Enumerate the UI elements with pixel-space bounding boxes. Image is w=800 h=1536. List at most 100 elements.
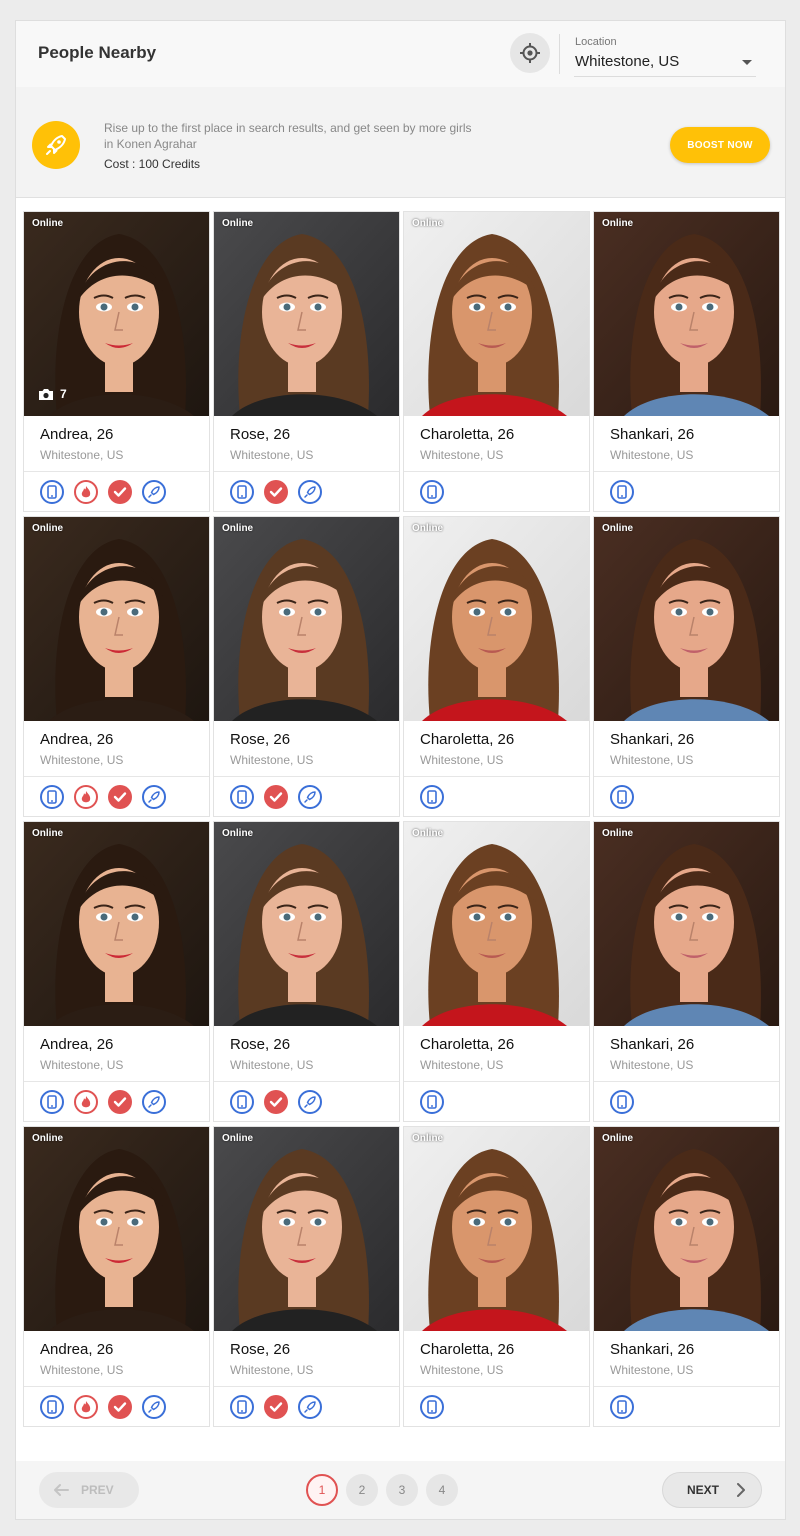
online-status: Online: [412, 1133, 444, 1144]
profile-name: Shankari, 26: [610, 426, 695, 443]
photo-count: 7: [38, 387, 67, 401]
profile-name: Rose, 26: [230, 1341, 291, 1358]
location-select[interactable]: Whitestone, US: [574, 51, 756, 77]
profile-location: Whitestone, US: [230, 753, 314, 767]
phone-icon: [40, 1395, 64, 1419]
verified-icon: [108, 785, 132, 809]
profile-card[interactable]: Online Rose, 26 Whitestone, US: [213, 516, 400, 817]
profile-name: Rose, 26: [230, 731, 291, 748]
profile-photo[interactable]: Online: [404, 822, 589, 1026]
camera-icon: [39, 388, 53, 400]
page-title: People Nearby: [38, 43, 157, 62]
online-status: Online: [412, 218, 444, 229]
phone-icon: [420, 480, 444, 504]
verified-icon: [108, 1090, 132, 1114]
rocket-icon: [142, 1090, 166, 1114]
profile-card[interactable]: Online Charoletta, 26 Whitestone, US: [403, 1126, 590, 1427]
page-number[interactable]: 2: [346, 1474, 378, 1506]
profile-card[interactable]: Online Shankari, 26 Whitestone, US: [593, 516, 780, 817]
profile-photo[interactable]: Online: [594, 212, 779, 416]
profile-card[interactable]: Online Rose, 26 Whitestone, US: [213, 821, 400, 1122]
online-status: Online: [602, 828, 634, 839]
profile-location: Whitestone, US: [230, 1058, 314, 1072]
arrow-left-icon: [54, 1484, 69, 1496]
profile-photo[interactable]: Online: [24, 1127, 209, 1331]
fire-icon: [74, 1395, 98, 1419]
profile-photo[interactable]: Online: [594, 1127, 779, 1331]
phone-icon: [420, 785, 444, 809]
crosshair-icon: [520, 43, 540, 63]
location-value: Whitestone, US: [575, 53, 680, 70]
profile-name: Andrea, 26: [40, 1036, 114, 1053]
profile-photo[interactable]: Online: [594, 822, 779, 1026]
prev-button[interactable]: PREV: [39, 1472, 139, 1508]
profile-photo[interactable]: Online: [214, 517, 399, 721]
rocket-icon: [142, 785, 166, 809]
next-button[interactable]: NEXT: [662, 1472, 762, 1508]
card-divider: [24, 471, 209, 472]
phone-icon: [610, 1395, 634, 1419]
profile-name: Shankari, 26: [610, 1341, 695, 1358]
verified-icon: [264, 1395, 288, 1419]
page-number[interactable]: 1: [306, 1474, 338, 1506]
boost-now-button[interactable]: BOOST NOW: [670, 127, 770, 163]
card-divider: [214, 776, 399, 777]
online-status: Online: [32, 828, 64, 839]
profile-photo[interactable]: Online: [214, 212, 399, 416]
verified-icon: [264, 480, 288, 504]
card-divider: [594, 776, 779, 777]
profile-badges: [420, 480, 444, 504]
profile-name: Rose, 26: [230, 426, 291, 443]
profile-photo[interactable]: Online: [214, 1127, 399, 1331]
profile-photo[interactable]: Online: [214, 822, 399, 1026]
profile-card[interactable]: Online Charoletta, 26 Whitestone, US: [403, 821, 590, 1122]
page-number[interactable]: 3: [386, 1474, 418, 1506]
profile-photo[interactable]: Online: [404, 517, 589, 721]
profile-card[interactable]: Online Rose, 26 Whitestone, US: [213, 211, 400, 512]
profile-name: Andrea, 26: [40, 426, 114, 443]
location-label: Location: [575, 36, 617, 48]
profile-photo[interactable]: Online: [404, 1127, 589, 1331]
profile-card[interactable]: Online Shankari, 26 Whitestone, US: [593, 211, 780, 512]
online-status: Online: [32, 218, 64, 229]
profile-card[interactable]: Online 7 Andrea, 26 Whitestone, US: [23, 211, 210, 512]
profile-card[interactable]: Online Shankari, 26 Whitestone, US: [593, 821, 780, 1122]
card-divider: [404, 1081, 589, 1082]
card-divider: [594, 1386, 779, 1387]
profile-card[interactable]: Online Charoletta, 26 Whitestone, US: [403, 211, 590, 512]
profile-card[interactable]: Online Andrea, 26 Whitestone, US: [23, 516, 210, 817]
profile-card[interactable]: Online Shankari, 26 Whitestone, US: [593, 1126, 780, 1427]
phone-icon: [420, 1395, 444, 1419]
pagination: PREV 1234 NEXT: [16, 1461, 785, 1519]
fire-icon: [74, 480, 98, 504]
profile-location: Whitestone, US: [420, 448, 504, 462]
profile-card[interactable]: Online Rose, 26 Whitestone, US: [213, 1126, 400, 1427]
page-number[interactable]: 4: [426, 1474, 458, 1506]
online-status: Online: [602, 218, 634, 229]
profile-card[interactable]: Online Charoletta, 26 Whitestone, US: [403, 516, 590, 817]
prev-label: PREV: [81, 1483, 114, 1497]
rocket-icon: [298, 785, 322, 809]
online-status: Online: [412, 523, 444, 534]
rocket-icon: [142, 1395, 166, 1419]
profile-name: Andrea, 26: [40, 731, 114, 748]
profile-card[interactable]: Online Andrea, 26 Whitestone, US: [23, 1126, 210, 1427]
rocket-icon: [298, 480, 322, 504]
card-divider: [404, 776, 589, 777]
profile-badges: [420, 1395, 444, 1419]
profile-photo[interactable]: Online: [24, 517, 209, 721]
profile-photo[interactable]: Online: [24, 822, 209, 1026]
card-divider: [404, 471, 589, 472]
fire-icon: [74, 1090, 98, 1114]
card-divider: [404, 1386, 589, 1387]
profile-photo[interactable]: Online 7: [24, 212, 209, 416]
profile-card[interactable]: Online Andrea, 26 Whitestone, US: [23, 821, 210, 1122]
profile-location: Whitestone, US: [610, 1363, 694, 1377]
profile-photo[interactable]: Online: [404, 212, 589, 416]
profile-photo[interactable]: Online: [594, 517, 779, 721]
locate-button[interactable]: [510, 33, 550, 73]
profile-name: Charoletta, 26: [420, 426, 515, 443]
profile-location: Whitestone, US: [230, 1363, 314, 1377]
boost-banner: Rise up to the first place in search res…: [16, 87, 785, 198]
card-divider: [24, 776, 209, 777]
